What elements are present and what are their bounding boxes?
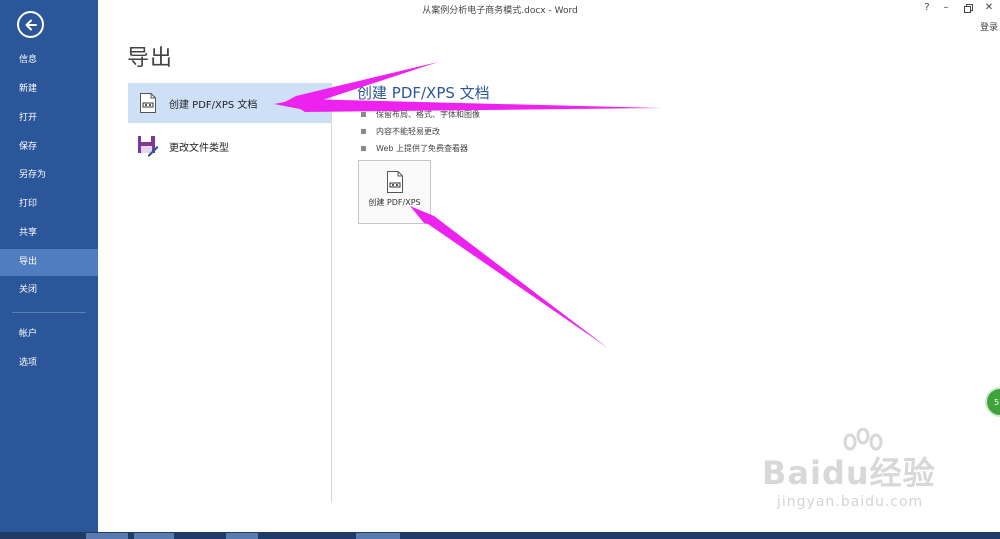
page-title: 导出 — [127, 46, 174, 71]
panel-divider — [331, 84, 332, 502]
taskbar-button[interactable] — [356, 533, 400, 539]
nav-item-close[interactable]: 关闭 — [0, 277, 98, 304]
create-pdf-xps-button[interactable]: 创建 PDF/XPS — [358, 160, 431, 224]
change-filetype-icon — [136, 134, 160, 158]
minimize-button[interactable]: – — [939, 2, 953, 13]
nav-item-new[interactable]: 新建 — [0, 76, 98, 103]
watermark-logo: Baidu经验 — [762, 454, 936, 492]
nav-item-share[interactable]: 共享 — [0, 220, 98, 247]
taskbar-button[interactable] — [226, 533, 258, 539]
create-button-label: 创建 PDF/XPS — [368, 198, 421, 207]
close-button[interactable]: ✕ — [982, 2, 996, 13]
back-arrow-icon — [25, 19, 37, 30]
nav-item-save[interactable]: 保存 — [0, 134, 98, 161]
feature-item: 保留布局、格式、字体和图像 — [360, 106, 480, 123]
option-label: 更改文件类型 — [169, 142, 229, 154]
pdf-document-icon — [136, 91, 160, 115]
option-label: 创建 PDF/XPS 文档 — [169, 99, 258, 111]
nav-item-open[interactable]: 打开 — [0, 105, 98, 132]
nav-item-options[interactable]: 选项 — [0, 350, 98, 377]
nav-item-print[interactable]: 打印 — [0, 191, 98, 218]
pdf-document-icon — [386, 170, 404, 196]
taskbar-button[interactable] — [86, 533, 128, 539]
nav-item-save-as[interactable]: 另存为 — [0, 162, 98, 189]
backstage-nav: 信息 新建 打开 保存 另存为 打印 共享 导出 关闭 帐户 选项 — [0, 0, 98, 532]
nav-item-account[interactable]: 帐户 — [0, 321, 98, 348]
option-create-pdf-xps[interactable]: 创建 PDF/XPS 文档 — [128, 83, 332, 123]
nav-item-info[interactable]: 信息 — [0, 47, 98, 74]
feature-item: Web 上提供了免费查看器 — [360, 140, 480, 157]
nav-item-export[interactable]: 导出 — [0, 249, 98, 276]
window-title: 从案例分析电子商务模式.docx - Word — [422, 6, 578, 16]
arrow-to-button — [410, 206, 608, 348]
option-change-file-type[interactable]: 更改文件类型 — [128, 126, 332, 166]
watermark-url: jingyan.baidu.com — [777, 494, 924, 510]
feature-item: 内容不能轻易更改 — [360, 123, 480, 140]
detail-title: 创建 PDF/XPS 文档 — [357, 84, 490, 102]
restore-button[interactable] — [961, 2, 975, 16]
login-link[interactable]: 登录 — [980, 20, 998, 33]
taskbar-button[interactable] — [134, 533, 174, 539]
nav-separator — [12, 312, 86, 313]
feature-list: 保留布局、格式、字体和图像 内容不能轻易更改 Web 上提供了免费查看器 — [360, 106, 480, 157]
help-button[interactable]: ? — [920, 2, 934, 13]
floating-badge[interactable]: 57 — [985, 387, 1000, 417]
restore-icon — [963, 4, 973, 13]
